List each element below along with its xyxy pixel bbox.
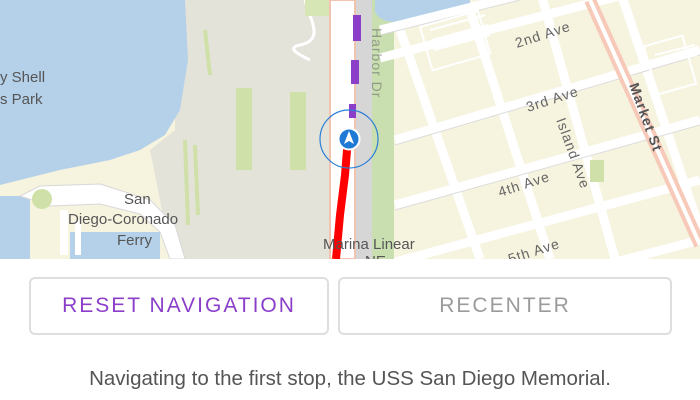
map-label-ferry-line3: Ferry [117,232,152,249]
navigation-status-message: Navigating to the first stop, the USS Sa… [89,367,611,390]
map-label-ferry-line1: San [124,191,151,208]
map-label-trolley-line1: Marina Linear [323,236,415,253]
map-label-park-line2: s Park [0,91,43,108]
recenter-button[interactable]: RECENTER [338,277,672,335]
pier-green-circle [32,189,52,209]
street-label-harbor: Harbor Dr [369,28,385,98]
reset-navigation-button[interactable]: RESET NAVIGATION [29,277,329,335]
green-strip-1 [236,88,252,170]
pier-slip [60,210,68,255]
map-canvas[interactable]: y Shell s Park San Diego-Coronado Ferry … [0,0,700,259]
map-view[interactable]: y Shell s Park San Diego-Coronado Ferry … [0,0,700,259]
map-label-ferry-line2: Diego-Coronado [68,211,178,228]
map-label-park-line1: y Shell [0,69,45,86]
navigation-screen: y Shell s Park San Diego-Coronado Ferry … [0,0,700,400]
green-strip-2 [290,92,306,170]
harbor-slip-water-left [0,196,30,259]
navigation-controls: RESET NAVIGATION RECENTER Navigating to … [0,259,700,400]
